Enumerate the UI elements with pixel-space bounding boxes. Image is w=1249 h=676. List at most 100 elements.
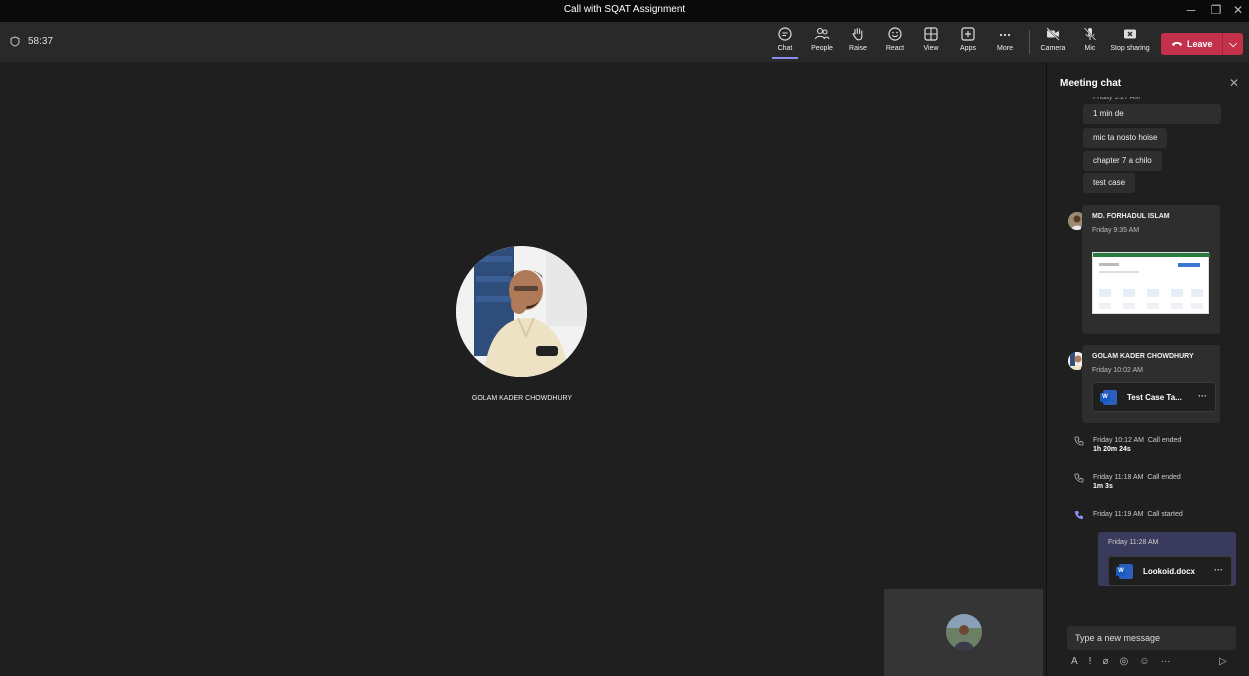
hang-up-icon <box>1172 42 1182 46</box>
own-message-card[interactable]: Friday 11:28 AM Lookoid.docx ··· <box>1098 532 1236 586</box>
call-time: Friday 11:18 AM <box>1093 474 1144 481</box>
camera-button[interactable]: Camera <box>1036 26 1070 60</box>
call-status: Call ended <box>1147 437 1182 444</box>
minimize-icon[interactable]: ─ <box>1184 3 1198 17</box>
chat-button[interactable]: Chat <box>768 26 802 60</box>
stop-sharing-label: Stop sharing <box>1110 45 1150 52</box>
self-avatar <box>946 614 982 650</box>
self-photo <box>946 614 982 650</box>
chat-message-card[interactable]: MD. FORHADUL ISLAM Friday 9:35 AM <box>1082 205 1220 334</box>
view-button[interactable]: View <box>914 26 948 60</box>
leave-main[interactable]: Leave <box>1161 39 1222 49</box>
call-duration: 1h 20m 24s <box>1093 446 1131 453</box>
chat-bubble-text: chapter 7 a chilo <box>1093 156 1152 165</box>
more-actions-icon[interactable]: ··· <box>1160 656 1170 667</box>
more-icon <box>999 33 1011 37</box>
people-icon <box>814 27 830 40</box>
shared-screenshot-thumbnail[interactable] <box>1092 252 1210 314</box>
file-attachment[interactable]: Test Case Ta... ··· <box>1092 382 1216 412</box>
call-status: Call ended <box>1147 474 1181 481</box>
file-name: Lookoid.docx <box>1143 566 1195 576</box>
chat-title: Meeting chat <box>1060 78 1122 89</box>
toolbar-divider <box>1029 30 1030 54</box>
close-window-icon[interactable]: ✕ <box>1231 3 1245 17</box>
more-options-icon[interactable]: ··· <box>1214 565 1223 575</box>
screenshot-preview <box>1093 253 1210 309</box>
stop-sharing-button[interactable]: Stop sharing <box>1107 26 1153 60</box>
mic-button[interactable]: Mic <box>1073 26 1107 60</box>
message-time: Friday 9:35 AM <box>1092 227 1140 234</box>
camera-label: Camera <box>1040 45 1066 52</box>
participant-photo <box>456 246 587 377</box>
message-author: GOLAM KADER CHOWDHURY <box>1092 353 1194 360</box>
message-time: Friday 11:28 AM <box>1108 539 1159 546</box>
participant-name: GOLAM KADER CHOWDHURY <box>471 395 573 402</box>
apps-label: Apps <box>960 45 976 52</box>
meeting-timer: 58:37 <box>10 36 53 47</box>
apps-icon <box>961 27 975 41</box>
file-attachment[interactable]: Lookoid.docx ··· <box>1108 556 1232 586</box>
leave-button[interactable]: Leave ⌵ <box>1161 33 1243 55</box>
chat-bubble-text: test case <box>1093 178 1126 187</box>
chat-bubble[interactable]: chapter 7 a chilo <box>1083 151 1162 171</box>
view-label: View <box>923 45 939 52</box>
word-file-icon <box>1100 389 1117 405</box>
partial-message-time: Friday 9:27 AM <box>1093 97 1141 101</box>
loop-icon[interactable]: ◎ <box>1119 656 1128 667</box>
meeting-chat-panel: Meeting chat ✕ Friday 9:27 AM 1 min de m… <box>1046 62 1249 676</box>
restore-icon[interactable]: ❐ <box>1209 3 1223 17</box>
stop-sharing-icon <box>1124 29 1136 39</box>
call-time: Friday 10:12 AM <box>1093 437 1144 444</box>
more-options-icon[interactable]: ··· <box>1198 391 1207 401</box>
chat-bubble-text: 1 min de <box>1093 109 1124 118</box>
call-duration: 1m 3s <box>1093 483 1113 490</box>
chat-message-card[interactable]: GOLAM KADER CHOWDHURY Friday 10:02 AM Te… <box>1082 345 1220 423</box>
react-label: React <box>885 45 905 52</box>
chat-icon <box>778 27 792 41</box>
mic-label: Mic <box>1084 45 1096 52</box>
chat-bubble[interactable]: test case <box>1083 173 1136 193</box>
mic-off-icon <box>1083 27 1097 41</box>
timer-text: 58:37 <box>28 36 54 47</box>
apps-button[interactable]: Apps <box>951 26 985 60</box>
file-name: Test Case Ta... <box>1127 392 1182 402</box>
react-button[interactable]: React <box>878 26 912 60</box>
raise-hand-icon <box>852 27 863 41</box>
chevron-down-icon[interactable]: ⌵ <box>1223 39 1243 50</box>
chat-bubble-text: mic ta nosto hoise <box>1093 133 1158 142</box>
more-button[interactable]: More <box>988 26 1022 60</box>
raise-hand-button[interactable]: Raise <box>841 26 875 60</box>
react-icon <box>888 27 902 41</box>
chat-bubble[interactable]: 1 min de <box>1083 104 1221 124</box>
people-button[interactable]: People <box>805 26 839 60</box>
word-file-icon <box>1116 563 1133 579</box>
window-title: Call with SQAT Assignment <box>563 4 686 15</box>
call-status: Call started <box>1147 511 1183 518</box>
emoji-icon[interactable]: ☺ <box>1139 656 1149 667</box>
camera-off-icon <box>1046 27 1060 41</box>
attach-icon[interactable]: ⌀ <box>1102 656 1108 667</box>
self-view-tile[interactable] <box>884 589 1043 676</box>
priority-icon[interactable]: ! <box>1089 656 1092 667</box>
chat-label: Chat <box>777 45 793 52</box>
call-time: Friday 11:19 AM <box>1093 511 1144 518</box>
shield-icon <box>10 36 20 47</box>
compose-placeholder: Type a new message <box>1075 633 1161 643</box>
meeting-stage: GOLAM KADER CHOWDHURY <box>0 62 1046 676</box>
phone-icon <box>1074 473 1084 486</box>
chat-bubble[interactable]: mic ta nosto hoise <box>1083 128 1168 148</box>
more-label: More <box>997 45 1013 52</box>
format-icon[interactable]: A <box>1071 656 1078 667</box>
send-icon[interactable]: ▷ <box>1219 656 1227 667</box>
close-icon[interactable]: ✕ <box>1229 76 1239 90</box>
people-label: People <box>811 45 833 52</box>
message-compose-box[interactable]: Type a new message <box>1067 626 1236 650</box>
view-icon <box>924 27 938 41</box>
leave-label: Leave <box>1187 39 1213 49</box>
chat-header: Meeting chat ✕ <box>1047 62 1249 104</box>
phone-active-icon <box>1074 510 1084 523</box>
raise-label: Raise <box>849 45 867 52</box>
meeting-toolbar: 58:37 Chat People Raise React View Apps … <box>0 22 1249 62</box>
message-author: MD. FORHADUL ISLAM <box>1092 213 1170 220</box>
compose-toolbar: A ! ⌀ ◎ ☺ ··· <box>1071 656 1236 667</box>
